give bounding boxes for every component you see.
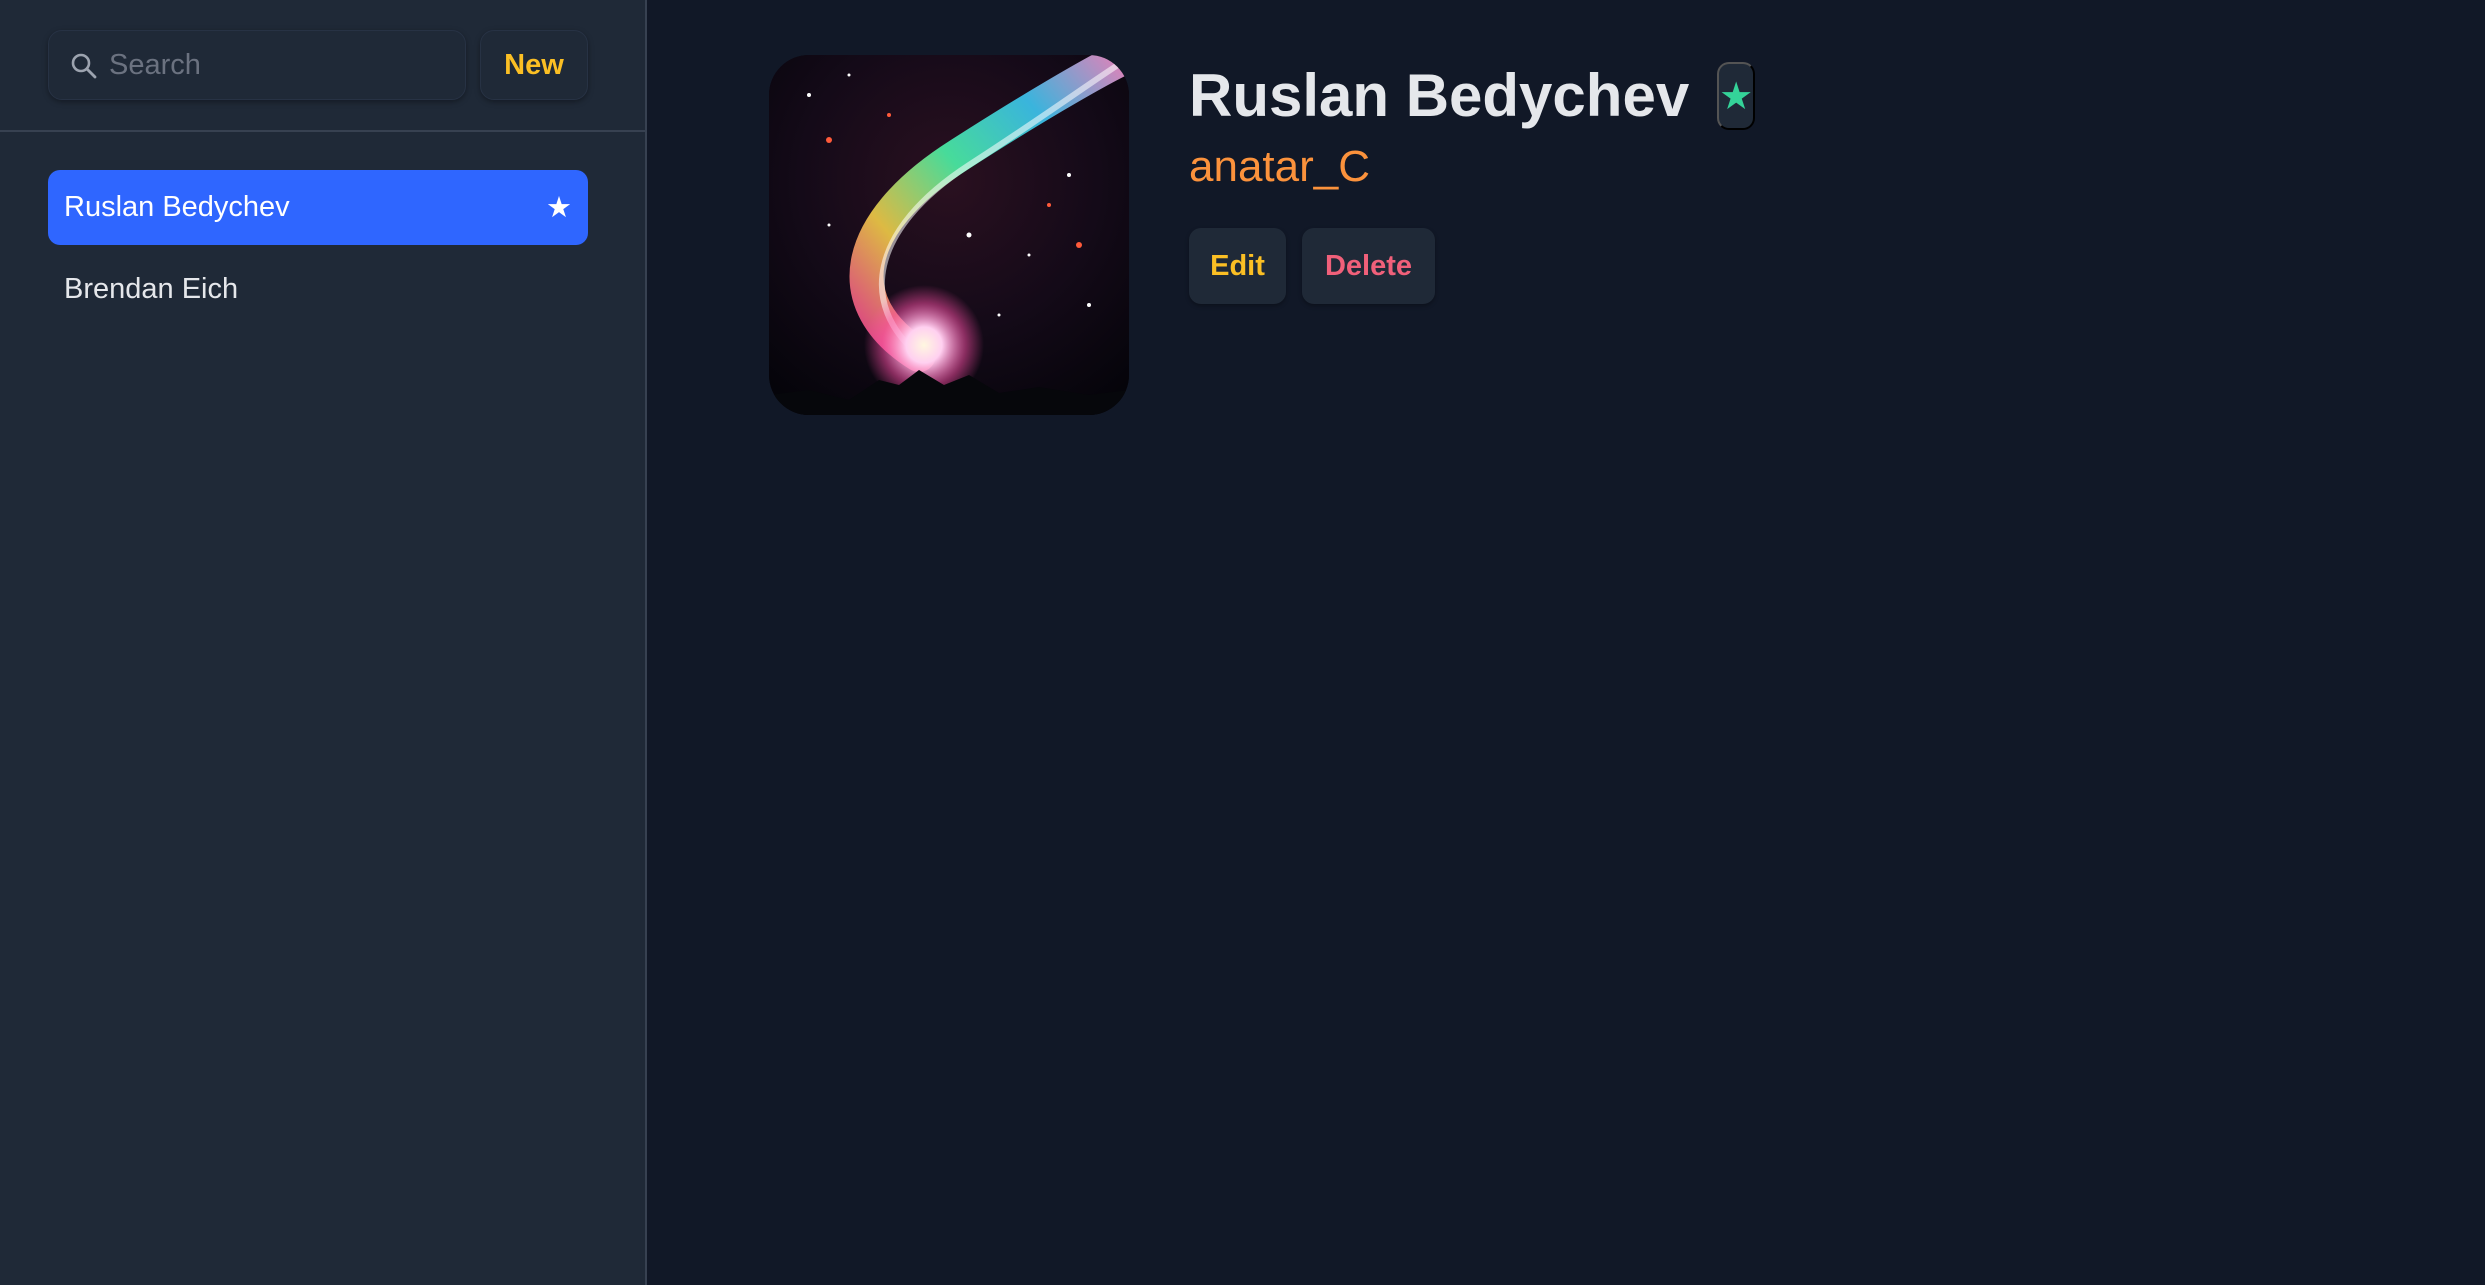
contact-avatar [769,55,1129,415]
contact-list-item-brendan-eich[interactable]: Brendan Eich [48,252,588,327]
edit-button[interactable]: Edit [1189,228,1286,304]
search-icon [69,51,99,81]
contact-actions: Edit Delete [1189,228,1435,304]
search-box[interactable] [48,30,466,100]
new-contact-button[interactable]: New [480,30,588,100]
contact-list-item-label: Brendan Eich [64,273,239,305]
contact-list: Ruslan Bedychev ★ Brendan Eich [48,170,588,334]
contact-list-item-ruslan-bedychev[interactable]: Ruslan Bedychev ★ [48,170,588,245]
favorite-star-icon: ★ [1719,74,1754,118]
contact-name-row: Ruslan Bedychev ★ [1189,58,1756,134]
contact-detail: Ruslan Bedychev ★ anatar_C Edit Delete [649,0,2485,1285]
contacts-app: New Ruslan Bedychev ★ Brendan Eich [0,0,2485,1285]
sidebar-header: New [0,0,645,132]
contact-list-item-label: Ruslan Bedychev [64,191,290,223]
sidebar: New Ruslan Bedychev ★ Brendan Eich [0,0,647,1285]
favorite-toggle-button[interactable]: ★ [1717,62,1756,130]
contact-handle: anatar_C [1189,142,1371,191]
favorite-star-icon: ★ [546,190,572,224]
search-input[interactable] [109,31,449,99]
contact-name: Ruslan Bedychev [1189,62,1690,129]
delete-button[interactable]: Delete [1302,228,1435,304]
